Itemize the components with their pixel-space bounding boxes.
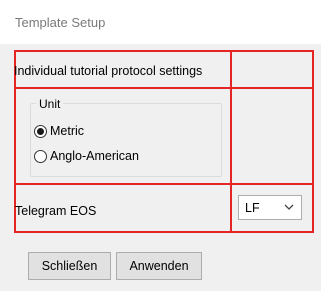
telegram-eos-selected-value: LF	[245, 201, 260, 215]
radio-anglo-american-indicator[interactable]	[34, 149, 47, 163]
radio-metric-indicator[interactable]	[34, 124, 47, 138]
radio-metric[interactable]: Metric	[34, 123, 84, 139]
grid-line-bottom	[14, 231, 314, 233]
apply-button[interactable]: Anwenden	[116, 252, 202, 280]
radio-anglo-american[interactable]: Anglo-American	[34, 148, 139, 164]
telegram-eos-select[interactable]: LF	[238, 195, 302, 220]
close-button[interactable]: Schließen	[28, 252, 111, 280]
radio-anglo-american-label: Anglo-American	[50, 149, 139, 163]
chevron-down-icon	[284, 204, 294, 210]
window-title: Template Setup	[15, 15, 106, 30]
grid-line-row2	[14, 183, 314, 185]
telegram-eos-label: Telegram EOS	[15, 204, 97, 218]
grid-line-right	[312, 50, 314, 233]
grid-line-row1	[14, 87, 314, 89]
unit-group-legend: Unit	[36, 97, 64, 111]
radio-metric-label: Metric	[50, 124, 85, 138]
grid-line-middle	[230, 50, 232, 233]
title-bar: Template Setup	[0, 0, 321, 44]
grid-line-top	[14, 50, 314, 52]
template-setup-dialog: Template Setup Individual tutorial proto…	[0, 0, 321, 291]
tutorial-protocol-settings-label: Individual tutorial protocol settings	[14, 64, 203, 78]
unit-groupbox	[30, 103, 222, 177]
